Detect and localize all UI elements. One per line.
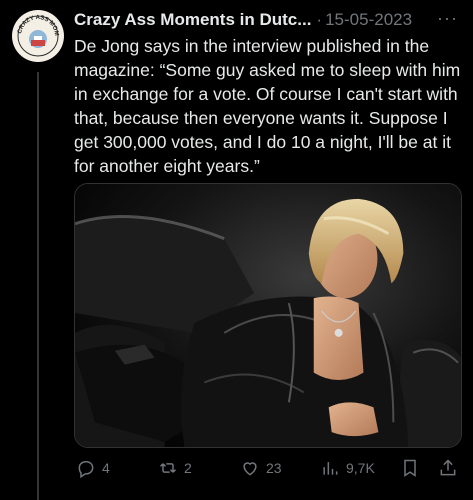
tweet-date[interactable]: 15-05-2023 (325, 8, 412, 32)
bookmark-icon (404, 459, 416, 477)
share-icon (440, 459, 456, 476)
tweet-content: Crazy Ass Moments in Dutc... · 15-05-202… (74, 8, 464, 178)
repost-icon (159, 463, 177, 473)
reply-icon (78, 461, 94, 478)
views-icon (323, 462, 338, 475)
thread-line (37, 72, 39, 500)
author-name[interactable]: Crazy Ass Moments in Dutc... (74, 8, 311, 32)
heart-icon (243, 462, 257, 476)
like-count: 23 (266, 460, 282, 476)
share-button[interactable] (438, 458, 458, 478)
like-button[interactable]: 23 (240, 458, 282, 478)
photo-woman-leather-sofa (75, 184, 461, 447)
tweet-actions: 4 2 23 9,7K (74, 456, 466, 484)
repost-count: 2 (184, 460, 192, 476)
tweet-photo[interactable] (74, 183, 462, 448)
bookmark-button[interactable] (400, 458, 420, 478)
avatar[interactable]: CRAZY ASS MOMENTS · · · · · (12, 10, 64, 62)
avatar-logo: CRAZY ASS MOMENTS · · · · · (12, 10, 63, 61)
reply-button[interactable]: 4 (76, 458, 110, 478)
separator-dot: · (316, 10, 323, 29)
tweet-header: Crazy Ass Moments in Dutc... · 15-05-202… (74, 8, 464, 32)
more-options-icon[interactable]: ··· (437, 8, 458, 29)
views-count: 9,7K (346, 460, 375, 476)
repost-button[interactable]: 2 (158, 458, 192, 478)
reply-count: 4 (102, 460, 110, 476)
tweet-text: De Jong says in the interview published … (74, 36, 461, 176)
views-button[interactable]: 9,7K (320, 458, 375, 478)
svg-text:· · · · ·: · · · · · (34, 53, 42, 57)
